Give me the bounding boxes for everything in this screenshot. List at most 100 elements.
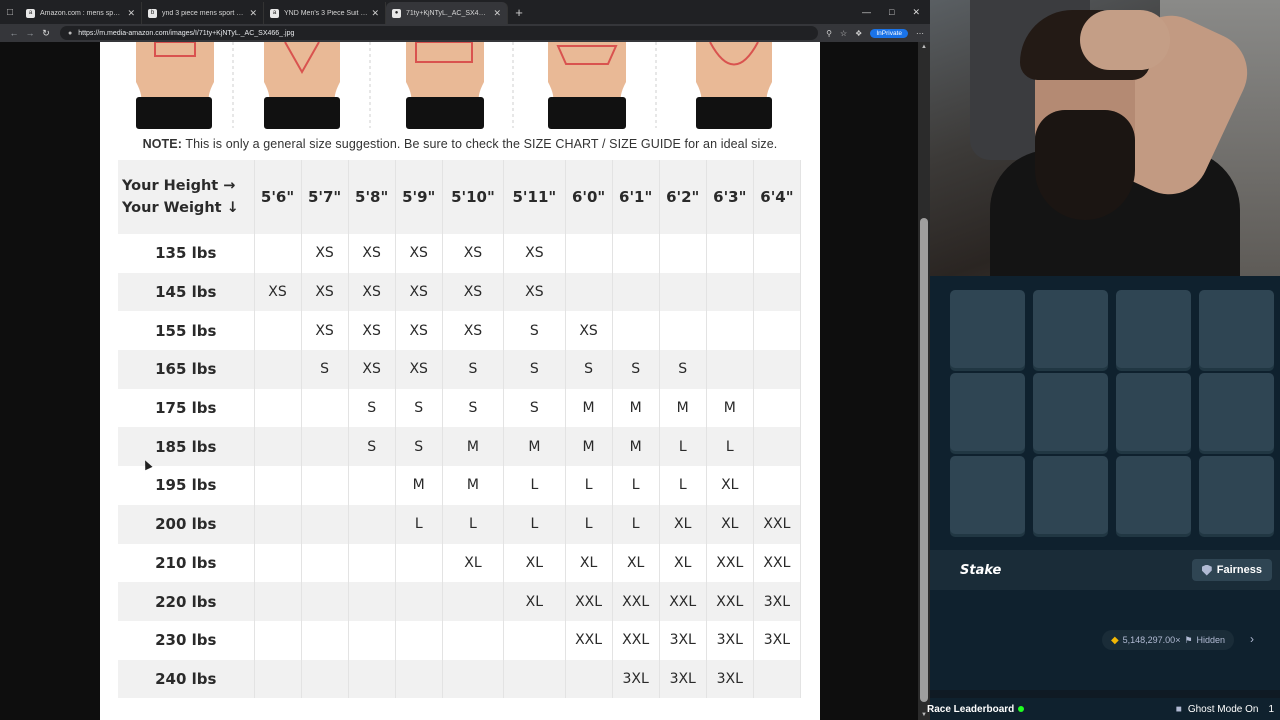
refresh-icon[interactable]: ↻ [38, 28, 54, 39]
size-cell: XL [659, 543, 707, 583]
size-cell: XS [301, 272, 349, 312]
size-cell: S [612, 350, 660, 389]
size-cell: XL [442, 543, 505, 583]
tab-bar: □ a Amazon.com : mens sport blazer - Spo… [0, 0, 930, 24]
size-cell: S [348, 388, 396, 428]
size-cell: L [706, 427, 754, 467]
size-cell: S [565, 350, 613, 389]
collections-icon[interactable]: ❖ [855, 29, 862, 38]
weight-cell: 135 lbs [118, 234, 255, 273]
size-cell [301, 582, 349, 621]
size-cell [565, 272, 613, 312]
race-leaderboard-link[interactable]: Race Leaderboard [927, 704, 1025, 715]
tab-image[interactable]: ● 71ty+KjNTyL._AC_SX466_.jpg (46 ✕ [386, 2, 508, 24]
tab-title: Amazon.com : mens sport blazer - Sports [40, 9, 123, 17]
size-cell [254, 504, 302, 544]
close-window-icon[interactable]: ✕ [912, 7, 920, 18]
note-text: This is only a general size suggestion. … [185, 137, 778, 151]
size-cell [301, 427, 349, 467]
new-tab-button[interactable]: + [508, 5, 530, 20]
size-cell: XS [395, 311, 443, 351]
game-tile[interactable] [1199, 290, 1274, 368]
size-cell: L [503, 466, 566, 505]
game-tile[interactable] [1033, 373, 1108, 451]
table-row: 195 lbs M M L L L L XL [118, 466, 802, 505]
size-cell [612, 272, 660, 312]
size-cell: M [706, 388, 754, 428]
size-cell: 3XL [706, 659, 754, 699]
size-cell [753, 311, 802, 351]
game-tile[interactable] [1199, 373, 1274, 451]
scroll-up-icon[interactable]: ▲ [918, 42, 930, 52]
size-cell: M [442, 466, 505, 505]
size-cell: XS [395, 234, 443, 273]
size-cell [348, 659, 396, 699]
leaderboard-chip[interactable]: ◆ 5,148,297.00× ⚑ Hidden [1102, 630, 1234, 650]
close-tab-icon[interactable]: ✕ [127, 8, 135, 19]
live-status-dot [1018, 706, 1025, 712]
address-bar[interactable]: ● https://m.media-amazon.com/images/I/71… [60, 26, 819, 40]
stake-logo: Stake [960, 562, 1002, 578]
size-cell: XS [395, 350, 443, 389]
game-tile[interactable] [1116, 290, 1191, 368]
table-row: 230 lbs XXL XXL 3XL 3XL 3XL [118, 620, 802, 660]
size-cell: XL [706, 504, 754, 544]
ghost-mode-toggle[interactable]: ■ Ghost Mode On [1176, 704, 1259, 715]
body-figure-5 [696, 42, 772, 129]
scrollbar[interactable]: ▲ ▼ [918, 42, 930, 720]
more-menu-icon[interactable]: ⋯ [916, 29, 924, 38]
chevron-right-icon[interactable]: › [1250, 632, 1254, 646]
forward-icon[interactable]: → [22, 28, 38, 38]
close-tab-icon[interactable]: ✕ [493, 8, 501, 19]
size-cell: XXL [659, 582, 707, 621]
fairness-button[interactable]: Fairness [1191, 559, 1272, 581]
close-tab-icon[interactable]: ✕ [371, 8, 379, 19]
scrollbar-thumb[interactable] [920, 218, 928, 702]
game-tile[interactable] [1199, 456, 1274, 534]
ghost-icon: ■ [1175, 703, 1182, 715]
table-row: 155 lbs XS XS XS XS S XS [118, 311, 802, 351]
leaderboard-area: ◆ 5,148,297.00× ⚑ Hidden › [930, 590, 1280, 690]
body-figure-4 [548, 42, 626, 129]
game-tile[interactable] [950, 456, 1025, 534]
size-cell: M [503, 427, 566, 467]
back-icon[interactable]: ← [6, 28, 22, 38]
favorite-star-icon[interactable]: ☆ [840, 29, 847, 38]
table-row: 175 lbs S S S S M M M M [118, 388, 802, 428]
size-cell [706, 272, 754, 312]
size-cell [348, 504, 396, 544]
tab-actions-icon[interactable]: □ [0, 0, 20, 24]
size-cell: XL [706, 466, 754, 505]
game-tile[interactable] [950, 373, 1025, 451]
size-cell [706, 311, 754, 351]
inprivate-badge[interactable]: InPrivate [870, 28, 908, 38]
game-tile[interactable] [1033, 290, 1108, 368]
size-cell [503, 620, 566, 660]
size-cell: L [395, 504, 443, 544]
trophy-icon: ◆ [1110, 634, 1119, 646]
shield-icon [1201, 564, 1212, 576]
tab-search-results[interactable]: b ynd 3 piece mens sport blazer - S ✕ [142, 2, 264, 24]
maximize-icon[interactable]: □ [889, 7, 894, 18]
fairness-label: Fairness [1216, 564, 1262, 576]
tab-amazon-search[interactable]: a Amazon.com : mens sport blazer - Sport… [20, 2, 142, 24]
game-tile[interactable] [1033, 456, 1108, 534]
minimize-icon[interactable]: — [862, 7, 871, 18]
tab-product-page[interactable]: a YND Men's 3 Piece Suit Set with Tw ✕ [264, 2, 386, 24]
zoom-icon[interactable]: ⚲ [826, 29, 832, 38]
height-header: 6'2" [659, 160, 707, 234]
size-cell: 3XL [753, 620, 802, 660]
table-row: 210 lbs XL XL XL XL XL XXL XXL [118, 543, 802, 583]
weight-axis-label: Your Weight ↓ [122, 200, 239, 216]
size-cell [254, 311, 302, 351]
size-cell: XXL [612, 582, 660, 621]
game-tile[interactable] [1116, 456, 1191, 534]
size-cell [301, 659, 349, 699]
size-cell [301, 466, 349, 505]
lock-icon[interactable]: ● [68, 30, 72, 37]
game-tile[interactable] [950, 290, 1025, 368]
size-cell [706, 234, 754, 273]
close-tab-icon[interactable]: ✕ [249, 8, 257, 19]
size-cell: L [503, 504, 566, 544]
game-tile[interactable] [1116, 373, 1191, 451]
